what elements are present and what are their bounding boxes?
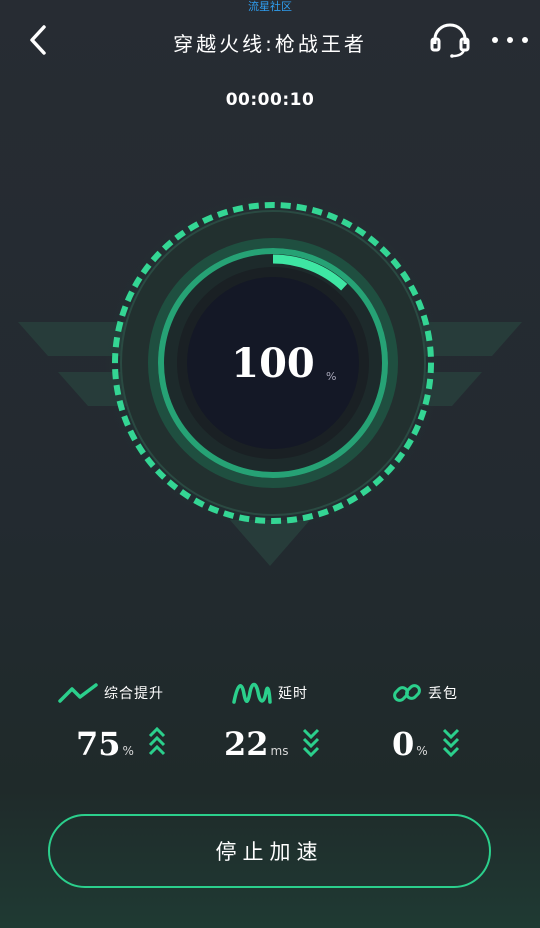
stat-value: 0 <box>392 725 415 763</box>
chevron-left-icon <box>30 25 46 55</box>
arrows-up-icon <box>148 726 165 756</box>
back-button[interactable] <box>20 22 56 58</box>
page-title: 穿越火线:枪战王者 <box>173 32 367 56</box>
stop-acceleration-button[interactable]: 停止加速 <box>48 814 491 888</box>
gauge-unit: % <box>326 370 337 383</box>
gauge-value: 100 <box>231 340 315 387</box>
more-options-button[interactable] <box>488 20 532 60</box>
stat-value: 22 <box>224 725 269 763</box>
arrows-down-icon <box>303 728 320 758</box>
stat-latency: 延时 22 ms <box>224 678 320 760</box>
top-bar: 穿越火线:枪战王者 <box>0 16 540 66</box>
watermark-text: 流星社区 <box>248 0 292 13</box>
stat-label: 综合提升 <box>104 686 164 702</box>
elapsed-timer: 00:00:10 <box>225 90 315 110</box>
stat-overall-boost: 综合提升 75 % <box>58 678 166 760</box>
link-icon <box>393 684 421 702</box>
stat-packet-loss: 丢包 0 % <box>392 678 460 760</box>
stat-value: 75 <box>76 725 121 763</box>
trend-up-icon <box>58 683 98 703</box>
arrows-down-icon <box>442 728 459 758</box>
customer-support-button[interactable] <box>428 20 472 60</box>
more-dots-icon <box>492 37 528 43</box>
stat-unit: % <box>122 744 134 758</box>
stat-unit: ms <box>270 744 289 758</box>
headset-icon <box>430 23 470 58</box>
stats-panel: 综合提升 75 % 延时 22 ms 丢包 0 % <box>0 678 540 788</box>
stat-label: 丢包 <box>428 686 458 702</box>
wave-icon <box>232 682 272 704</box>
stat-unit: % <box>416 744 428 758</box>
stat-label: 延时 <box>278 686 308 702</box>
